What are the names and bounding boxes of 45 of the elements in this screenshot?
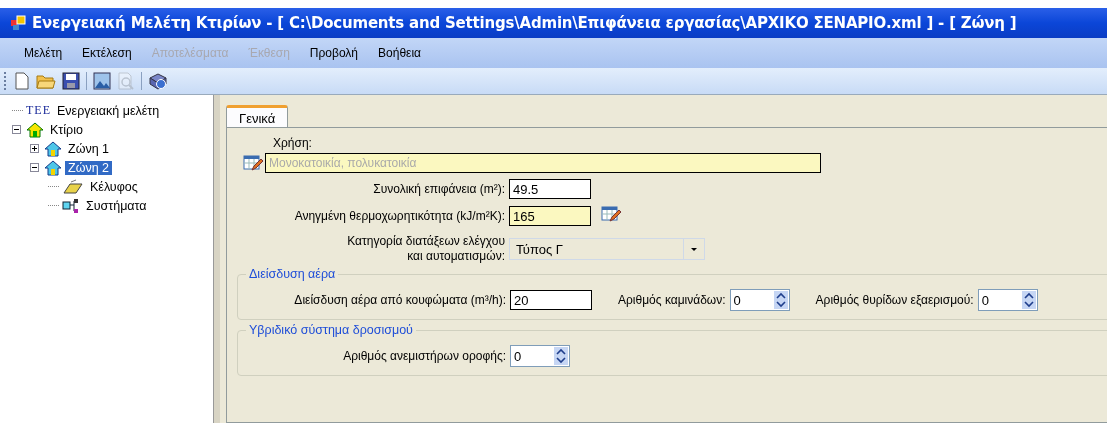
input-field[interactable]: 165 <box>509 205 591 226</box>
diagram-icon <box>62 197 80 214</box>
window-title: Ενεργειακή Μελέτη Κτιρίων - [ C:\Documents and Settings\Admin\Επιφάνεια εργασίας\ΑΡΧΙΚΟ ΣΕΝΑΡΙΟ.xml ] - [ Ζώνη ] <box>32 14 1017 32</box>
table-edit-icon[interactable] <box>601 205 621 223</box>
image-icon[interactable] <box>93 72 111 90</box>
field-label: Συνολική επιφάνεια (m²): <box>372 182 505 196</box>
house-icon <box>44 140 62 157</box>
tree-item[interactable]: Κτίριο <box>47 122 86 137</box>
collapse-icon[interactable] <box>30 163 41 172</box>
field-label: Αριθμός θυρίδων εξαερισμού: <box>815 293 974 307</box>
menu-item[interactable]: Εκτέλεση <box>72 46 142 60</box>
tab[interactable]: Γενικά <box>226 105 289 127</box>
field-label: Αριθμός ανεμιστήρων οροφής: <box>342 349 506 363</box>
field-label: Κατηγορία διατάξεων ελέγχου και αυτοματισμών: <box>346 234 505 264</box>
group-title: Διείσδυση αέρα <box>246 267 339 281</box>
group-title: Υβριδικό σύστημα δροσισμού <box>246 323 416 337</box>
field-label: Διείσδυση αέρα από κουφώματα (m³/h): <box>293 293 506 307</box>
house-icon <box>26 121 44 138</box>
dropdown[interactable]: Τύπος Γ <box>509 238 705 260</box>
tree-item[interactable]: Ενεργειακή μελέτη <box>54 103 163 118</box>
tree-item[interactable]: Κέλυφος <box>87 179 141 194</box>
wall-panel-icon <box>62 178 84 195</box>
app-icon <box>10 15 26 31</box>
house-icon <box>44 159 62 176</box>
table-edit-icon[interactable] <box>243 154 263 172</box>
menu-item[interactable]: Προβολή <box>299 46 369 60</box>
tree-item[interactable]: Ζώνη 2 <box>65 160 113 175</box>
field-label: Χρήση: <box>273 136 313 150</box>
number-spinner[interactable]: 0 <box>510 345 570 367</box>
field-label: Ανηγμένη θερμοχωρητικότητα (kJ/m²K): <box>293 208 505 223</box>
tree-item[interactable]: Συστήματα <box>83 198 150 213</box>
expand-icon[interactable] <box>30 144 41 153</box>
menu-item[interactable]: Βοήθεια <box>368 46 431 60</box>
new-file-icon[interactable] <box>14 72 30 90</box>
tee-logo: TEE <box>26 103 51 118</box>
menu-item[interactable]: Μελέτη <box>14 46 73 60</box>
usage-field[interactable]: Μονοκατοικία, πολυκατοικία <box>265 153 821 173</box>
number-spinner[interactable]: 0 <box>729 289 790 311</box>
tree-item[interactable]: Ζώνη 1 <box>65 141 113 156</box>
input-field[interactable]: 20 <box>510 290 592 310</box>
input-field[interactable]: 49.5 <box>509 179 591 199</box>
folder-icon[interactable] <box>36 72 56 90</box>
number-spinner[interactable]: 0 <box>977 289 1038 311</box>
field-label: Αριθμός καμινάδων: <box>618 293 726 307</box>
collapse-icon[interactable] <box>12 125 23 134</box>
